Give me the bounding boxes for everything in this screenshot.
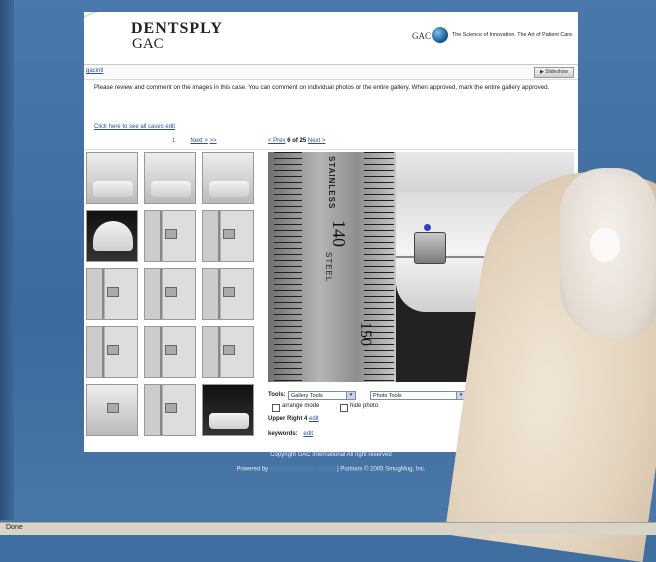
see-all-cases-link[interactable]: Click here to see all cases edit (94, 124, 175, 130)
photo-pager: < Prev 6 of 25 Next > (268, 138, 325, 144)
gac-logo: GAC (132, 36, 164, 52)
thumbnail[interactable] (144, 326, 196, 378)
gallery-toolbar: gacintl ▶ Slideshow (84, 64, 578, 80)
arrange-mode-checkbox[interactable] (272, 404, 280, 412)
thumbnail[interactable] (86, 268, 138, 320)
smugmug-logo[interactable] (269, 466, 314, 472)
photo-tools-value: Photo Tools (373, 393, 402, 399)
partner-logo[interactable] (315, 466, 336, 472)
photo-next-link[interactable]: Next > (308, 138, 326, 144)
gallery-tools-select[interactable]: Gallery Tools ▾ (288, 391, 356, 400)
browser-status-bar: Done (0, 522, 656, 535)
thumbnail[interactable] (86, 384, 138, 436)
globe-icon (432, 27, 448, 43)
monitor-bezel (0, 0, 14, 520)
slideshow-button[interactable]: ▶ Slideshow (534, 67, 574, 78)
thumbnail[interactable] (86, 326, 138, 378)
gallery-tools-value: Gallery Tools (291, 393, 323, 399)
tools-label: Tools: (268, 392, 286, 398)
photo-position: 6 of 25 (287, 138, 307, 144)
ruler-text-2: STEEL (324, 252, 333, 283)
blue-marker (424, 224, 431, 231)
breadcrumb-link[interactable]: gacintl (86, 68, 103, 74)
ruler-number-2: 150 (357, 322, 374, 346)
thumbnail[interactable] (202, 152, 254, 204)
clear-aligner-model (560, 168, 656, 338)
thumbnail[interactable] (144, 152, 196, 204)
keywords-edit-link[interactable]: edit (303, 431, 313, 437)
status-text: Done (6, 524, 23, 531)
caption-edit-link[interactable]: edit (309, 416, 319, 422)
ruler-image: STAINLESS 140 STEEL 150 (268, 152, 396, 382)
powered-by-label: Powered by (236, 466, 269, 473)
thumbnail[interactable] (144, 384, 196, 436)
thumbnail[interactable] (202, 384, 254, 436)
gallery-description: Please review and comment on the images … (94, 84, 550, 91)
hide-photo-checkbox[interactable] (340, 404, 348, 412)
bracket-left (414, 232, 446, 264)
thumbnail[interactable] (86, 152, 138, 204)
thumbnail[interactable] (144, 268, 196, 320)
photo-caption: Upper Right 4 edit (268, 416, 319, 422)
pager-current-page: 1 (172, 138, 176, 144)
divider (84, 149, 578, 150)
keywords-row: keywords: edit (268, 431, 313, 437)
thumbnail[interactable] (86, 210, 138, 262)
keywords-label: keywords: (268, 431, 298, 437)
gac-brand-mark: GAC (412, 31, 432, 41)
ruler-number: 140 (329, 220, 349, 247)
hide-photo-label: hide photo (350, 403, 379, 409)
thumbnail[interactable] (144, 210, 196, 262)
portions-notice: | Portions © 2005 SmugMug, Inc. (337, 466, 426, 473)
photo-tools-select[interactable]: Photo Tools ▾ (370, 391, 466, 400)
pager-last-link[interactable]: >> (210, 138, 217, 144)
thumbnail[interactable] (202, 268, 254, 320)
thumbnail[interactable] (202, 326, 254, 378)
thumbnail[interactable] (202, 210, 254, 262)
site-header: DENTSPLY GAC GAC The Science of Innovati… (84, 12, 578, 62)
pager-next-link[interactable]: Next > (190, 138, 208, 144)
ruler-text: STAINLESS (327, 156, 336, 210)
chevron-down-icon: ▾ (346, 392, 355, 399)
brand-tagline: The Science of Innovation. The Art of Pa… (452, 32, 574, 38)
thumbnail-grid (84, 152, 264, 442)
thumbnail-pager: 1 Next > >> (172, 138, 217, 144)
photo-prev-link[interactable]: < Prev (268, 138, 286, 144)
caption-text: Upper Right 4 (268, 416, 308, 422)
arrange-mode-label: arrange mode (282, 403, 320, 409)
